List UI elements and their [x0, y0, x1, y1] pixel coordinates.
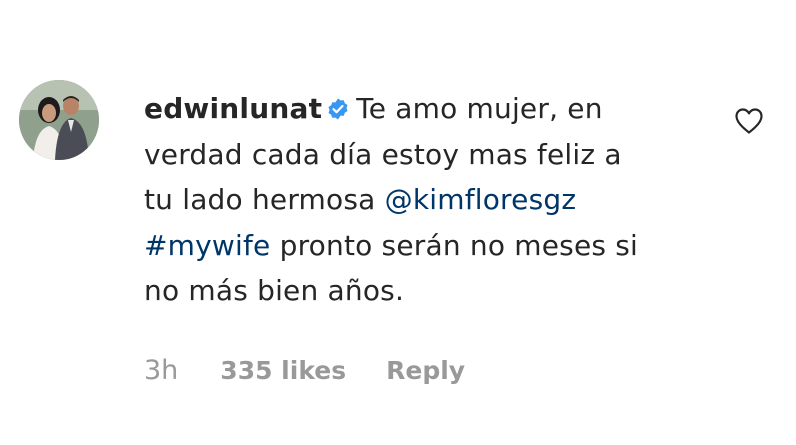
verified-badge-icon — [328, 98, 348, 120]
avatar-photo — [19, 80, 99, 160]
heart-outline-icon[interactable] — [734, 107, 764, 135]
mention-link[interactable]: @kimfloresgz — [385, 183, 577, 216]
comment-text-1: Te amo mujer, en — [356, 92, 603, 125]
comment-text-5: no más bien años. — [144, 274, 405, 307]
avatar[interactable] — [19, 80, 99, 160]
username-link[interactable]: edwinlunat — [144, 92, 322, 125]
likes-count[interactable]: 335 likes — [220, 356, 346, 385]
reply-button[interactable]: Reply — [386, 356, 465, 385]
comment-body: edwinlunat Te amo mujer, en verdad cada d… — [144, 86, 664, 314]
comment-line-3: tu lado hermosa @kimfloresgz — [144, 177, 664, 223]
comment-line-2: verdad cada día estoy mas feliz a — [144, 132, 664, 178]
comment: edwinlunat Te amo mujer, en verdad cada d… — [0, 0, 796, 445]
comment-text-4: pronto serán no meses si — [279, 228, 639, 262]
comment-line-1: edwinlunat Te amo mujer, en — [144, 86, 664, 132]
comment-line-5: no más bien años. — [144, 268, 664, 314]
comment-meta: 3h 335 likes Reply — [144, 350, 465, 390]
comment-line-4: #mywife pronto serán no meses si — [144, 223, 664, 269]
comment-text-2: verdad cada día estoy mas feliz a — [144, 137, 622, 171]
timestamp[interactable]: 3h — [144, 355, 178, 386]
hashtag-link[interactable]: #mywife — [144, 229, 270, 262]
comment-text-3: tu lado hermosa — [144, 183, 376, 216]
